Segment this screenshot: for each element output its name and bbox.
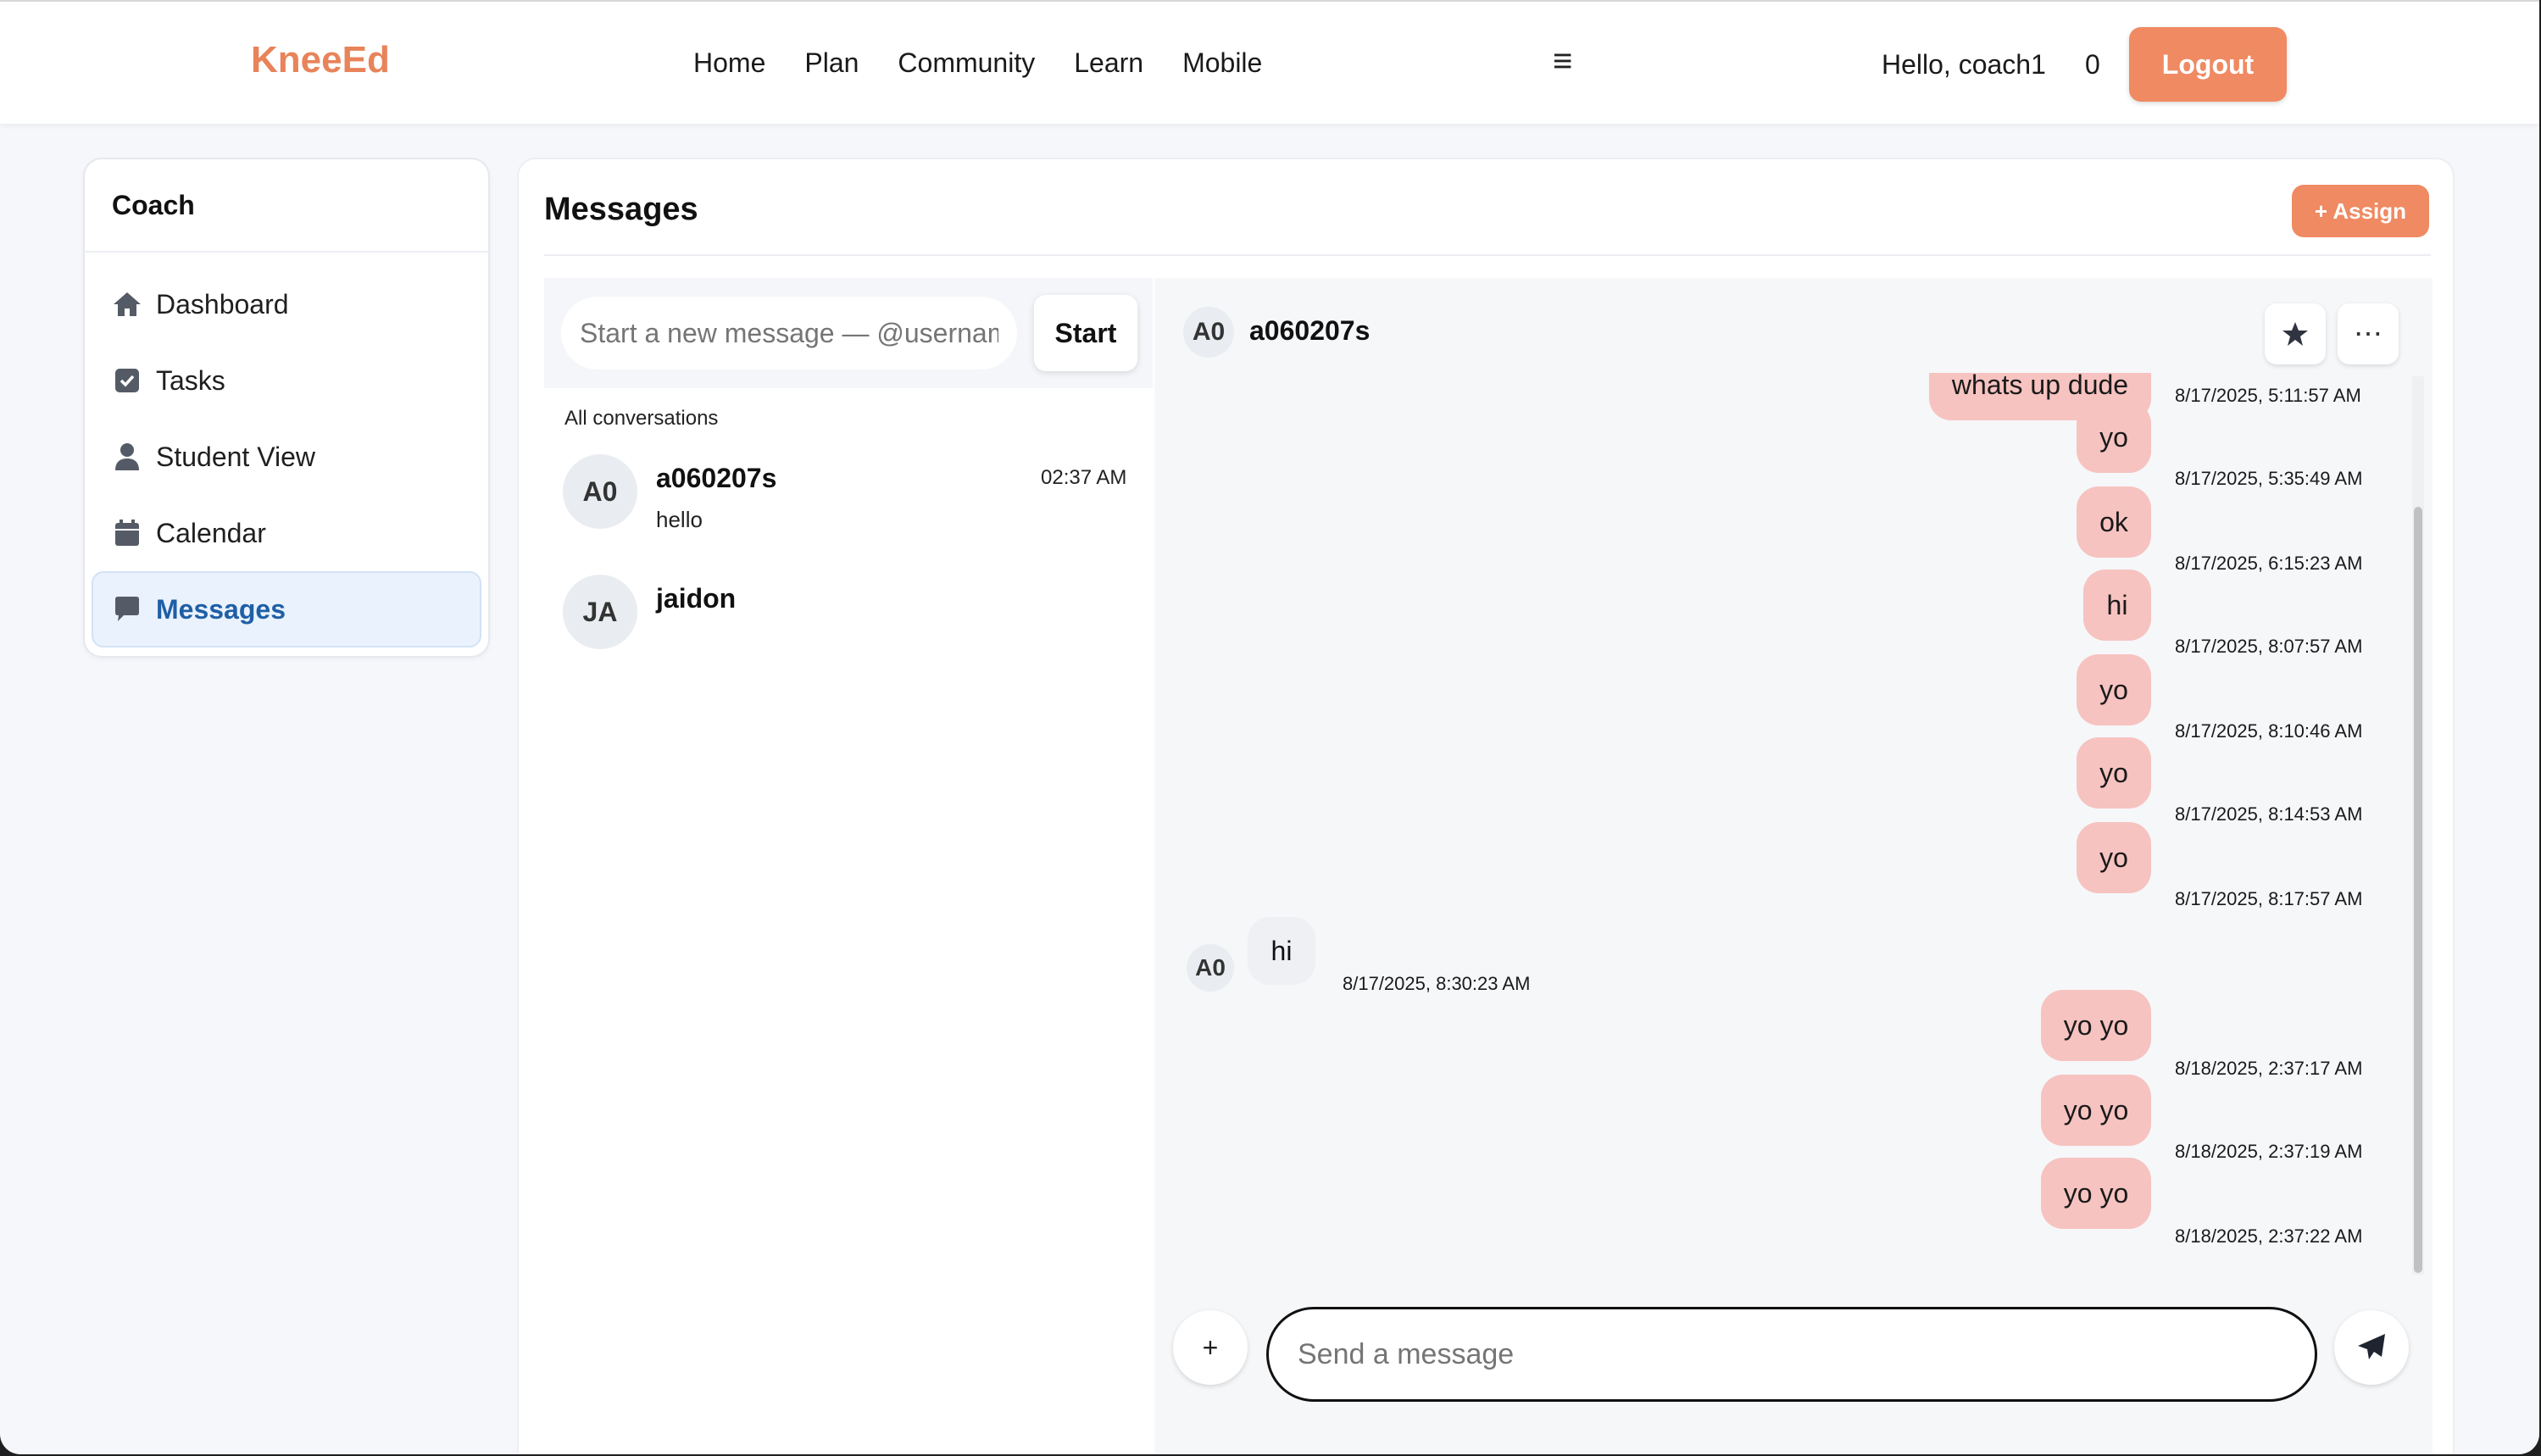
section-label: All conversations — [564, 407, 719, 430]
conversation-preview: hello — [656, 507, 703, 532]
brand-logo[interactable]: KneeEd — [251, 39, 390, 81]
message-bubble-outgoing: yo — [2077, 737, 2151, 809]
scrollbar-thumb[interactable] — [2414, 507, 2422, 1273]
sidebar: Coach Dashboard Tasks Student View Calen — [83, 158, 490, 658]
hamburger-icon[interactable]: ≡ — [1553, 42, 1572, 81]
page: KneeEd Home Plan Community Learn Mobile … — [0, 0, 2539, 1454]
message-input[interactable] — [1266, 1307, 2317, 1402]
chat-avatar: A0 — [1183, 307, 1234, 358]
conversation-time: 02:37 AM — [1041, 466, 1127, 489]
sidebar-item-label: Messages — [156, 593, 286, 625]
message-timestamp: 8/17/2025, 8:17:57 AM — [2175, 888, 2363, 909]
message-timestamp: 8/17/2025, 5:11:57 AM — [2175, 385, 2361, 406]
nav-home[interactable]: Home — [693, 47, 765, 79]
divider — [544, 254, 2431, 256]
sidebar-title: Coach — [112, 190, 195, 220]
top-navbar: KneeEd Home Plan Community Learn Mobile … — [0, 0, 2539, 124]
main-nav: Home Plan Community Learn Mobile — [693, 47, 1262, 79]
chat-contact-name: a060207s — [1249, 315, 1371, 346]
message-timestamp: 8/18/2025, 2:37:22 AM — [2175, 1225, 2363, 1247]
sidebar-item-student-view[interactable]: Student View — [93, 420, 480, 493]
user-greeting: Hello, coach1 — [1882, 49, 2046, 80]
new-message-input[interactable] — [561, 297, 1017, 370]
nav-mobile[interactable]: Mobile — [1182, 47, 1262, 79]
nav-plan[interactable]: Plan — [804, 47, 859, 79]
more-icon[interactable]: ⋯ — [2338, 303, 2399, 364]
star-icon[interactable] — [2265, 303, 2326, 364]
sidebar-item-label: Student View — [156, 441, 315, 472]
message-bubble-outgoing: ok — [2077, 486, 2151, 558]
message-timestamp: 8/17/2025, 8:14:53 AM — [2175, 803, 2363, 825]
sidebar-item-messages[interactable]: Messages — [92, 571, 481, 647]
conversation-name: a060207s — [656, 463, 777, 493]
home-icon — [112, 289, 142, 320]
new-message-bar: Start — [544, 278, 1153, 388]
message-timestamp: 8/17/2025, 8:07:57 AM — [2175, 636, 2363, 657]
start-button[interactable]: Start — [1034, 295, 1137, 371]
avatar: A0 — [1187, 944, 1234, 992]
user-icon — [112, 442, 142, 472]
sidebar-item-calendar[interactable]: Calendar — [93, 497, 480, 570]
page-title: Messages — [544, 192, 698, 227]
message-timestamp: 8/18/2025, 2:37:19 AM — [2175, 1141, 2363, 1162]
assign-button[interactable]: + Assign — [2292, 185, 2429, 237]
logout-button[interactable]: Logout — [2129, 27, 2287, 102]
message-timestamp: 8/17/2025, 6:15:23 AM — [2175, 553, 2363, 574]
message-bubble-outgoing: yo — [2077, 402, 2151, 473]
message-bubble-outgoing: yo yo — [2041, 1158, 2151, 1229]
message-bubble-outgoing: yo yo — [2041, 990, 2151, 1061]
message-timestamp: 8/18/2025, 2:37:17 AM — [2175, 1058, 2363, 1079]
sidebar-item-dashboard[interactable]: Dashboard — [93, 268, 480, 341]
nav-community[interactable]: Community — [898, 47, 1035, 79]
message-timestamp: 8/17/2025, 8:10:46 AM — [2175, 720, 2363, 742]
divider — [85, 251, 488, 253]
send-icon[interactable] — [2334, 1310, 2409, 1385]
message-timestamp: 8/17/2025, 5:35:49 AM — [2175, 468, 2363, 489]
sidebar-item-label: Tasks — [156, 364, 225, 396]
chat-icon — [112, 594, 142, 625]
messages-panel: Messages + Assign Start All conversation… — [517, 158, 2455, 1454]
message-list: whats up dude 8/17/2025, 5:11:57 AM yo 8… — [1154, 373, 2433, 1271]
sidebar-item-label: Dashboard — [156, 288, 289, 320]
checkbox-icon — [112, 365, 142, 396]
sidebar-item-label: Calendar — [156, 517, 266, 548]
message-timestamp: 8/17/2025, 8:30:23 AM — [1343, 973, 1531, 994]
message-bubble-incoming: hi — [1248, 917, 1315, 985]
avatar: A0 — [563, 454, 637, 529]
conversation-item[interactable]: JA jaidon — [544, 573, 1153, 675]
message-bubble-outgoing: yo yo — [2041, 1075, 2151, 1146]
message-bubble-outgoing: hi — [2083, 570, 2151, 641]
sidebar-item-tasks[interactable]: Tasks — [93, 344, 480, 417]
nav-learn[interactable]: Learn — [1074, 47, 1143, 79]
chat-window: A0 a060207s ⋯ whats up dude 8/17/2025, 5… — [1154, 278, 2433, 1454]
notification-count[interactable]: 0 — [2085, 49, 2100, 81]
conversation-name: jaidon — [656, 583, 737, 614]
conversation-item[interactable]: A0 a060207s hello 02:37 AM — [544, 447, 1153, 549]
calendar-icon — [112, 518, 142, 548]
avatar: JA — [563, 575, 637, 649]
conversation-list-panel: Start All conversations A0 a060207s hell… — [544, 278, 1153, 1454]
message-bubble-outgoing: yo — [2077, 822, 2151, 893]
plus-icon[interactable]: + — [1173, 1310, 1248, 1385]
message-bubble-outgoing: yo — [2077, 654, 2151, 725]
